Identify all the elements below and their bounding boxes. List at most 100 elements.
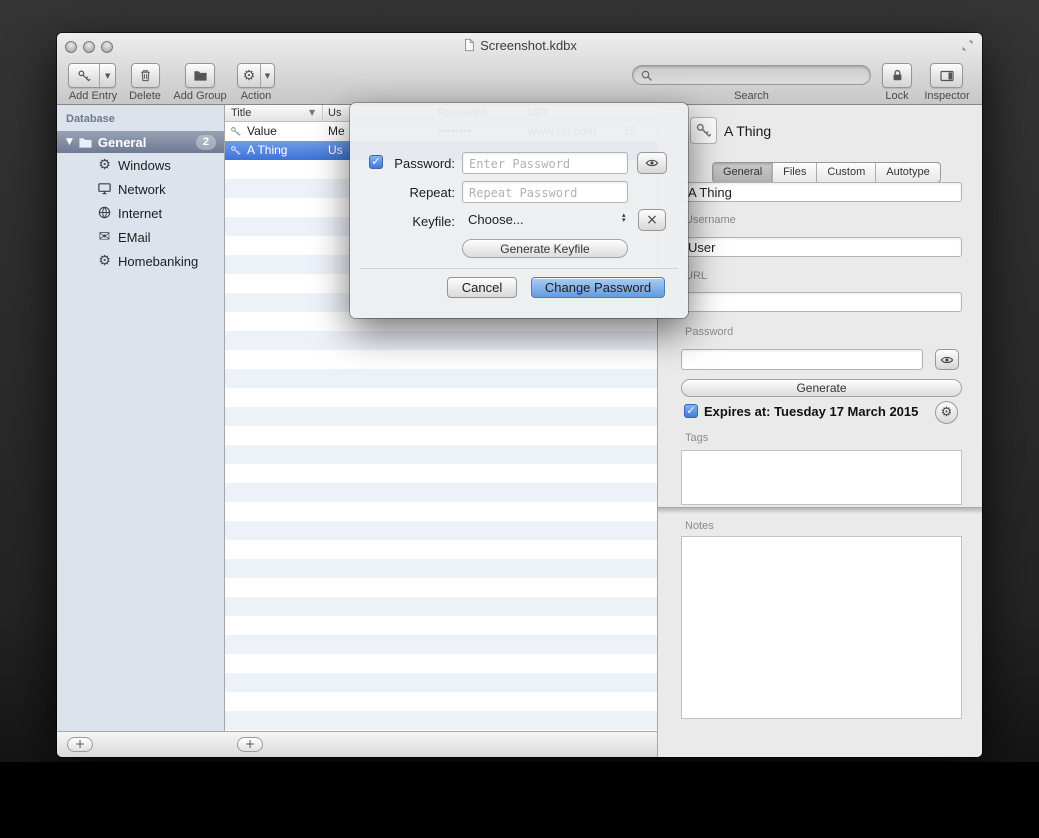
chevron-down-icon[interactable]: ▼	[261, 64, 274, 87]
expires-checkbox[interactable]: ✓	[684, 404, 698, 418]
add-entry-footer-button[interactable]: +	[237, 737, 263, 752]
section-shadow	[658, 507, 982, 514]
clear-keyfile-button[interactable]: ×	[638, 209, 666, 231]
folder-plus-icon	[193, 68, 208, 83]
close-icon: ×	[646, 212, 658, 228]
trash-icon	[138, 68, 153, 83]
notes-input[interactable]	[681, 536, 962, 719]
add-entry-button[interactable]: ▼	[68, 63, 116, 88]
window-title: Screenshot.kdbx	[57, 38, 982, 53]
tab-autotype[interactable]: Autotype	[875, 163, 939, 182]
delete-button[interactable]	[131, 63, 160, 88]
tab-files[interactable]: Files	[772, 163, 816, 182]
add-group-button[interactable]	[185, 63, 215, 88]
key-icon	[695, 122, 712, 139]
dialog-password-label: Password:	[350, 156, 455, 171]
sidebar-section-header: Database	[57, 105, 224, 125]
tags-label: Tags	[685, 432, 708, 444]
action-button[interactable]: ⚙ ▼	[237, 63, 275, 88]
show-password-button[interactable]	[637, 152, 667, 174]
column-header-title[interactable]: Title	[231, 107, 251, 119]
entry-icon[interactable]	[690, 117, 717, 144]
reveal-password-button[interactable]	[935, 349, 959, 370]
search-icon	[640, 69, 653, 82]
change-password-button[interactable]: Change Password	[531, 277, 665, 298]
search-input[interactable]	[632, 65, 871, 85]
sidebar-item-email[interactable]: ✉ EMail	[57, 225, 224, 249]
column-divider[interactable]	[322, 105, 323, 121]
column-header-username[interactable]: Us	[328, 107, 341, 119]
add-group-footer-button[interactable]: +	[67, 737, 93, 752]
disclosure-triangle-icon[interactable]: ▼	[66, 137, 73, 147]
sidebar-item-windows[interactable]: ⚙ Windows	[57, 153, 224, 177]
username-field[interactable]	[681, 237, 962, 257]
password-field[interactable]	[681, 349, 923, 370]
globe-icon	[95, 205, 114, 222]
url-label: URL	[685, 270, 707, 282]
change-password-dialog: ✓ Password: Repeat: Keyfile: Choose... ▴…	[350, 103, 688, 318]
entry-count-badge: 2	[196, 135, 216, 150]
add-entry-label: Add Entry	[63, 90, 123, 102]
key-icon	[230, 145, 241, 156]
action-label: Action	[229, 90, 283, 102]
eye-icon	[645, 156, 659, 170]
delete-label: Delete	[119, 90, 171, 102]
group-label: General	[98, 135, 146, 150]
sort-indicator-icon: ▼	[309, 108, 315, 117]
sidebar: Database ▼ General 2 ⚙ Windows Network I…	[57, 105, 225, 731]
check-icon: ✓	[686, 404, 695, 417]
inspector-tabs: General Files Custom Autotype	[712, 162, 941, 183]
search-label: Search	[632, 90, 871, 102]
chevron-down-icon[interactable]: ▼	[100, 64, 115, 87]
expires-label: Expires at: Tuesday 17 March 2015	[704, 404, 918, 419]
plus-icon: +	[245, 737, 255, 751]
url-field[interactable]	[681, 292, 962, 312]
eye-icon	[940, 353, 954, 367]
new-password-input[interactable]	[462, 152, 628, 174]
generate-keyfile-button[interactable]: Generate Keyfile	[462, 239, 628, 258]
add-group-label: Add Group	[167, 90, 233, 102]
gear-icon: ⚙	[95, 254, 114, 268]
plus-icon: +	[75, 737, 85, 751]
sidebar-item-label: Network	[118, 182, 166, 197]
dialog-keyfile-label: Keyfile:	[350, 214, 455, 229]
lock-button[interactable]	[882, 63, 912, 88]
dialog-divider	[360, 268, 678, 269]
generate-password-button[interactable]: Generate	[681, 379, 962, 397]
cell-title: Value	[247, 122, 319, 141]
sidebar-item-internet[interactable]: Internet	[57, 201, 224, 225]
keyfile-select[interactable]: Choose...	[468, 212, 524, 227]
fullscreen-icon[interactable]	[961, 39, 974, 52]
notes-label: Notes	[685, 520, 714, 532]
repeat-password-input[interactable]	[462, 181, 628, 203]
title-field[interactable]	[681, 182, 962, 202]
tab-custom[interactable]: Custom	[816, 163, 875, 182]
expires-settings-button[interactable]: ⚙	[935, 401, 958, 424]
sidebar-group-general[interactable]: ▼ General 2	[57, 131, 224, 153]
sidebar-item-label: EMail	[118, 230, 151, 245]
gear-icon: ⚙	[238, 64, 260, 87]
tags-input[interactable]	[681, 450, 962, 505]
app-window: Screenshot.kdbx ▼ Add Entry Delete Add G…	[57, 33, 982, 757]
entrylist-bottom-bar: +	[225, 731, 658, 757]
gear-icon: ⚙	[941, 405, 953, 420]
stepper-down-icon: ▾	[622, 218, 626, 223]
cell-title: A Thing	[247, 141, 319, 160]
sidebar-item-network[interactable]: Network	[57, 177, 224, 201]
tab-general[interactable]: General	[713, 163, 772, 182]
inspector-panel: A Thing General Files Custom Autotype Us…	[658, 105, 982, 757]
inspector-button[interactable]	[930, 63, 963, 88]
sidebar-item-homebanking[interactable]: ⚙ Homebanking	[57, 249, 224, 273]
stepper-icon[interactable]: ▴ ▾	[622, 213, 626, 223]
username-label: Username	[685, 214, 736, 226]
document-icon	[462, 38, 476, 52]
sidebar-item-label: Homebanking	[118, 254, 198, 269]
key-icon	[69, 64, 99, 87]
sidebar-item-label: Windows	[118, 158, 171, 173]
cancel-button[interactable]: Cancel	[447, 277, 517, 298]
envelope-icon: ✉	[95, 230, 114, 244]
folder-icon	[78, 135, 93, 150]
entry-title-heading: A Thing	[724, 123, 771, 139]
dialog-repeat-label: Repeat:	[350, 185, 455, 200]
sidebar-item-label: Internet	[118, 206, 162, 221]
